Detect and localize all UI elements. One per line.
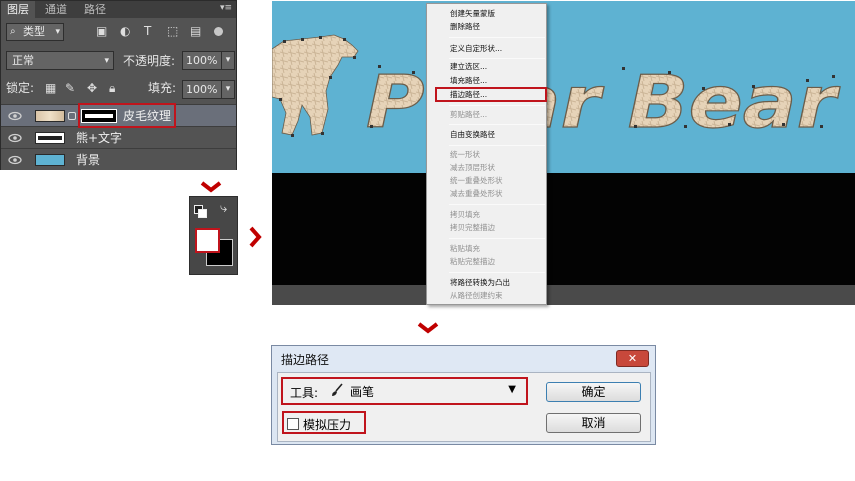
chevron-down-icon: ▾ [55,27,60,37]
default-colors-icon-back [198,209,207,218]
menu-item-free-transform-path[interactable]: 自由变换路径 [450,130,495,140]
layer-row-bear-text[interactable]: 熊+文字 [1,126,236,148]
layer-thumbnail [35,110,65,122]
menu-item-clipping-path: 剪贴路径... [450,110,488,119]
color-tools-panel: ⤷ [189,196,238,275]
bear-silhouette [272,34,359,136]
layers-panel: 图层 通道 路径 ▾≡ ⌕ 类型 ▾ ▣ ◐ T ⬚ ▤ 正常 ▾ 不透明度: … [0,0,237,170]
layer-name: 熊+文字 [76,131,123,145]
highlight-box [281,377,528,405]
visibility-eye-icon[interactable] [7,109,23,123]
lock-row: 锁定: ▦ ✎ ✥ 🔒︎ 填充: 100% ▾ [1,77,236,101]
canvas-bottom-strip [272,285,855,305]
tab-paths[interactable]: 路径 [77,1,113,18]
lock-label: 锁定: [6,81,35,95]
arrow-right-icon [249,226,262,248]
layer-filter-row: ⌕ 类型 ▾ ▣ ◐ T ⬚ ▤ [1,21,236,45]
menu-separator [449,105,545,106]
menu-item-fill-path[interactable]: 填充路径... [450,76,487,86]
foreground-color-swatch[interactable] [195,228,220,253]
menu-item-unite-shapes: 统一形状 [450,150,480,159]
menu-separator [449,124,545,125]
tab-layers[interactable]: 图层 [1,1,35,18]
dialog-titlebar[interactable]: 描边路径 ✕ [272,346,655,370]
menu-item-make-selection[interactable]: 建立选区... [450,62,487,72]
document-canvas[interactable]: Polar Bear [272,1,855,305]
menu-item-copy-fill: 拷贝填充 [450,210,480,219]
menu-separator [449,58,545,59]
menu-item-paste-complete-stroke: 粘贴完整描边 [450,257,495,266]
close-icon[interactable]: ✕ [616,350,649,367]
type-filter-icon[interactable]: T [144,24,151,38]
menu-item-delete-path[interactable]: 删除路径 [450,22,480,32]
panel-tab-bar: 图层 通道 路径 ▾≡ [1,1,236,18]
menu-item-unite-shapes-at-overlap: 统一重叠处形状 [450,176,503,185]
blend-mode-select[interactable]: 正常 ▾ [6,51,114,70]
kind-filter-select[interactable]: ⌕ 类型 ▾ [6,23,64,41]
blend-mode-value: 正常 [12,54,34,67]
layer-thumbnail [35,132,65,144]
cancel-button[interactable]: 取消 [546,413,641,433]
dialog-body: 工具: 画笔 ▼ 模拟压力 确定 取消 [277,372,651,442]
menu-separator [449,145,545,146]
highlight-box [78,103,176,128]
menu-item-define-custom-shape[interactable]: 定义自定形状... [450,44,502,54]
blend-row: 正常 ▾ 不透明度: 100% ▾ [1,49,236,73]
chevron-down-icon: ▾ [104,56,109,66]
context-menu: 创建矢量蒙版 删除路径 定义自定形状... 建立选区... 填充路径... 描边… [426,3,547,305]
link-icon [68,112,76,120]
opacity-value: 100% [186,54,218,67]
canvas-dark-area [272,173,855,285]
kind-filter-label: 类型 [23,25,45,38]
menu-item-subtract-shapes-at-overlap: 减去重叠处形状 [450,189,503,198]
stroke-path-dialog: 描边路径 ✕ 工具: 画笔 ▼ 模拟压力 确定 取消 [271,345,656,445]
highlight-box [282,411,366,434]
opacity-label: 不透明度: [123,54,176,68]
fill-value: 100% [186,83,218,96]
adjustment-filter-icon[interactable]: ◐ [120,24,130,38]
filter-toggle-icon[interactable] [214,27,223,36]
layer-row-background[interactable]: 背景 [1,148,236,170]
layer-thumbnail [35,154,65,166]
menu-item-copy-complete-stroke: 拷贝完整描边 [450,223,495,232]
fill-field[interactable]: 100% [182,80,222,99]
highlight-box [435,87,547,102]
menu-item-convert-path-to-extrusion[interactable]: 将路径转换为凸出 [450,278,510,288]
smart-object-filter-icon[interactable]: ▤ [190,24,201,38]
swap-colors-icon[interactable]: ⤷ [220,201,227,216]
pixel-filter-icon[interactable]: ▣ [96,24,107,38]
fill-dropdown-icon[interactable]: ▾ [221,80,235,99]
menu-separator [449,204,545,205]
lock-paint-brush-icon[interactable]: ✎ [65,81,75,95]
dialog-title: 描边路径 [281,353,330,367]
menu-separator [449,238,545,239]
layer-name: 背景 [76,153,101,167]
thumbnail-content [38,136,62,140]
menu-item-create-constraints-from-path: 从路径创建约束 [450,291,503,300]
ok-button[interactable]: 确定 [546,382,641,402]
lock-move-icon[interactable]: ✥ [87,81,97,95]
artwork: Polar Bear [272,34,842,145]
menu-separator [449,37,545,38]
tab-channels[interactable]: 通道 [37,1,75,18]
fill-label: 填充: [148,81,177,95]
opacity-dropdown-icon[interactable]: ▾ [221,51,235,70]
menu-item-subtract-front-shape: 减去顶层形状 [450,163,495,172]
visibility-eye-icon[interactable] [7,153,23,167]
menu-separator [449,272,545,273]
search-icon: ⌕ [10,26,16,37]
visibility-eye-icon[interactable] [7,131,23,145]
menu-item-paste-fill: 粘贴填充 [450,244,480,253]
shape-filter-icon[interactable]: ⬚ [167,24,178,38]
menu-item-create-vector-mask[interactable]: 创建矢量蒙版 [450,9,495,19]
arrow-down-icon [200,181,222,193]
panel-menu-icon[interactable]: ▾≡ [220,3,232,13]
lock-transparency-icon[interactable]: ▦ [45,81,56,95]
opacity-field[interactable]: 100% [182,51,222,70]
lock-all-icon[interactable]: 🔒︎ [109,81,115,96]
arrow-down-icon [417,322,439,334]
